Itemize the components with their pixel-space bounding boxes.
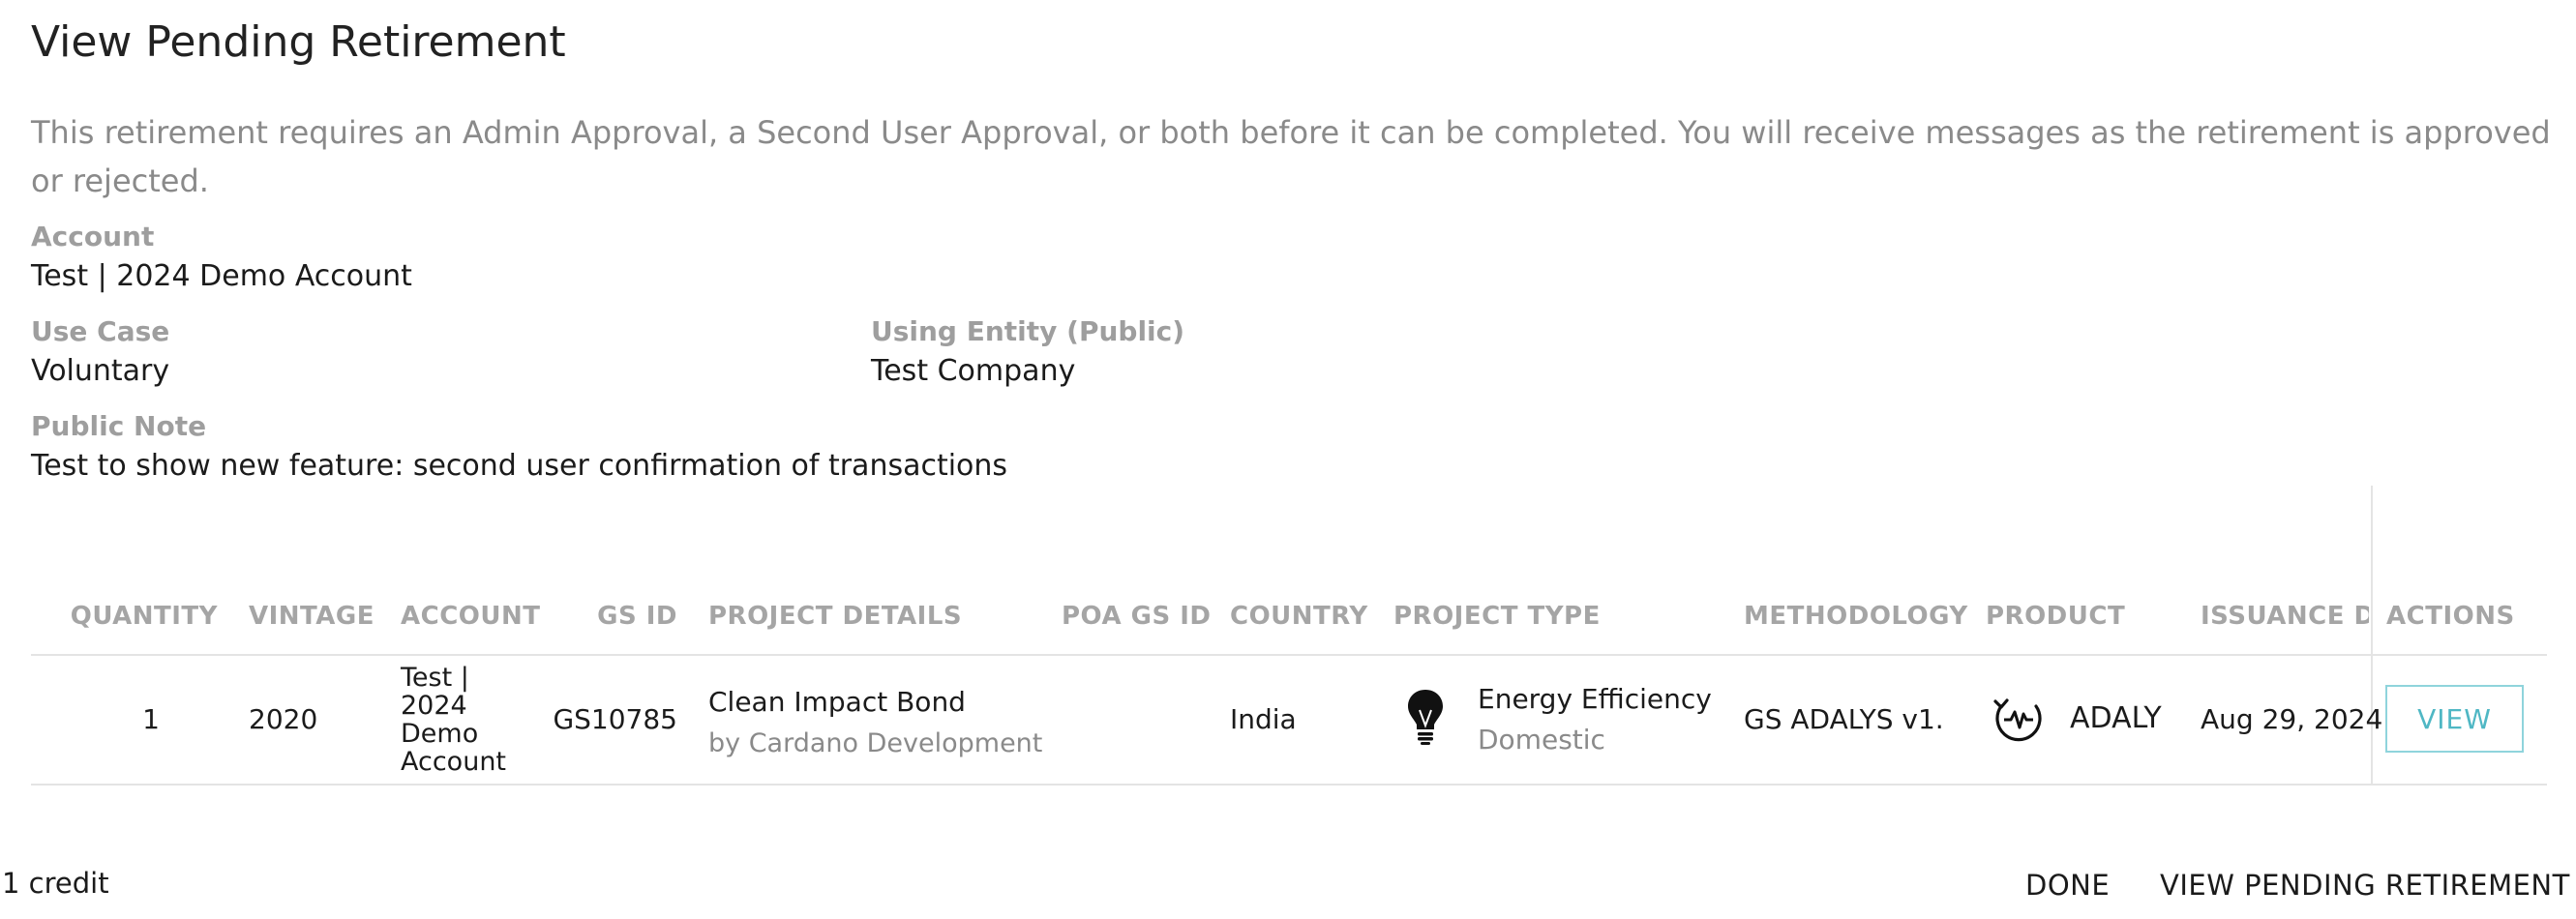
header-issuance-date[interactable]: ISSUANCE DA xyxy=(2201,602,2369,631)
row-divider xyxy=(31,784,2547,786)
header-project-details[interactable]: PROJECT DETAILS xyxy=(708,602,962,631)
account-value: Test | 2024 Demo Account xyxy=(31,259,412,293)
cell-quantity: 1 xyxy=(142,703,160,735)
header-divider xyxy=(31,654,2547,656)
cell-project-name[interactable]: Clean Impact Bond xyxy=(708,686,966,718)
public-note-label: Public Note xyxy=(31,410,207,442)
lightbulb-icon xyxy=(1405,687,1446,751)
cell-product: ADALY xyxy=(2070,701,2162,735)
header-account[interactable]: ACCOUNT xyxy=(401,602,541,631)
view-pending-retirement-button[interactable]: VIEW PENDING RETIREMENT xyxy=(2160,869,2570,902)
heartbeat-cycle-icon xyxy=(1992,693,2046,747)
header-gs-id[interactable]: GS ID xyxy=(542,602,677,631)
use-case-value: Voluntary xyxy=(31,354,170,388)
dialog-title: View Pending Retirement xyxy=(31,17,566,67)
account-label: Account xyxy=(31,221,155,252)
using-entity-value: Test Company xyxy=(871,354,1076,388)
pending-retirement-dialog: View Pending Retirement This retirement … xyxy=(0,0,2576,919)
use-case-label: Use Case xyxy=(31,315,170,347)
header-poa-gs-id[interactable]: POA GS ID xyxy=(1062,602,1212,631)
public-note-value: Test to show new feature: second user co… xyxy=(31,449,1008,483)
actions-column-divider xyxy=(2371,486,2373,786)
cell-gs-id: GS10785 xyxy=(553,703,677,735)
header-project-type[interactable]: PROJECT TYPE xyxy=(1393,602,1601,631)
header-product[interactable]: PRODUCT xyxy=(1986,602,2125,631)
cell-country: India xyxy=(1230,703,1297,735)
using-entity-label: Using Entity (Public) xyxy=(871,315,1185,347)
cell-vintage: 2020 xyxy=(249,703,318,735)
header-country[interactable]: COUNTRY xyxy=(1230,602,1368,631)
cell-project-type: Energy Efficiency xyxy=(1478,683,1712,715)
dialog-description: This retirement requires an Admin Approv… xyxy=(31,114,2551,199)
view-button[interactable]: VIEW xyxy=(2385,685,2524,753)
cell-methodology: GS ADALYS v1. xyxy=(1744,703,1944,735)
cell-issuance-date: Aug 29, 2024 xyxy=(2201,703,2383,735)
header-vintage[interactable]: VINTAGE xyxy=(249,602,374,631)
header-actions: ACTIONS xyxy=(2386,602,2515,631)
cell-project-subtype: Domestic xyxy=(1478,724,1605,756)
header-methodology[interactable]: METHODOLOGY xyxy=(1744,602,1968,631)
credit-count: 1 credit xyxy=(2,867,109,900)
done-button[interactable]: DONE xyxy=(2025,869,2110,902)
cell-account: Test | 2024 Demo Account xyxy=(401,663,507,777)
cell-project-developer: by Cardano Development xyxy=(708,728,1043,758)
header-quantity[interactable]: QUANTITY xyxy=(58,602,218,631)
